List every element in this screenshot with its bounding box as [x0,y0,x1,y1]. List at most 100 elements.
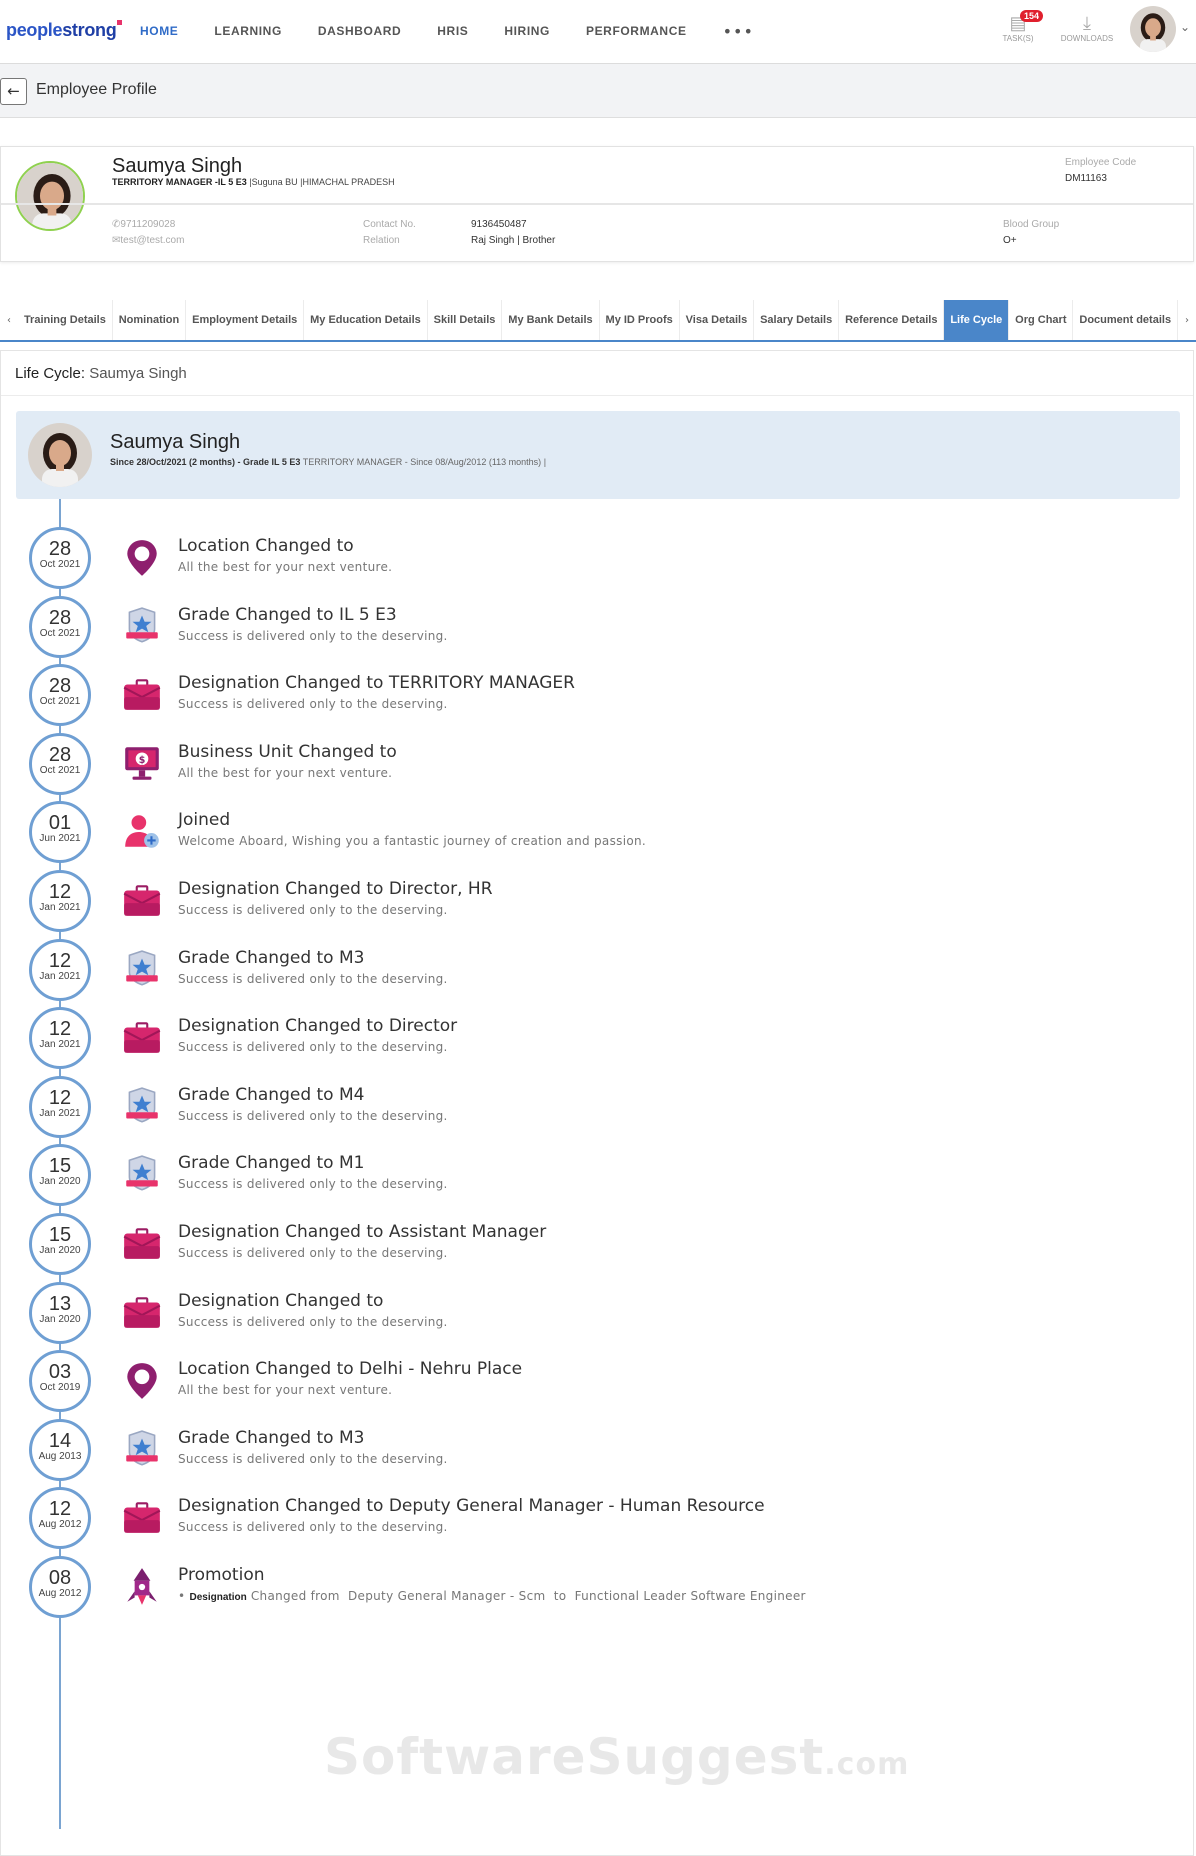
event-month-year: Oct 2021 [39,696,81,708]
watermark: SoftwareSuggest.com [324,1728,909,1786]
event-title: Designation Changed to Deputy General Ma… [178,1496,765,1517]
nav-performance[interactable]: PERFORMANCE [586,24,687,38]
page-title-bar: ← Employee Profile [0,64,1196,118]
event-title: Designation Changed to TERRITORY MANAGER [178,673,575,694]
event-day: 15 [48,1224,72,1246]
life-cycle-divider [1,395,1193,396]
summary-avatar [28,423,92,487]
event-month-year: Oct 2021 [39,764,81,776]
nav-hiring[interactable]: HIRING [504,24,550,38]
event-day: 12 [48,1086,72,1109]
tab-training-details[interactable]: Training Details [18,300,113,340]
event-description: All the best for your next venture. [178,765,393,780]
event-description: Success is delivered only to the deservi… [178,1108,448,1123]
peoplestrong-logo[interactable]: peoplestrong [6,20,123,41]
tab-reference-details[interactable]: Reference Details [839,300,945,340]
event-month-year: Jan 2020 [39,1245,81,1256]
grade-badge-icon [121,1154,163,1196]
tab-my-bank-details[interactable]: My Bank Details [502,300,600,340]
briefcase-icon [121,1223,163,1265]
event-month-year: Jan 2021 [39,1039,81,1051]
tab-skill-details[interactable]: Skill Details [428,300,503,340]
blood-group-label: Blood Group [1003,219,1060,230]
event-month-year: Oct 2019 [39,1382,81,1394]
event-date: 28 Oct 2021 [29,595,91,658]
event-date: 12 Jan 2021 [29,1007,91,1070]
event-description: Success is delivered only to the deservi… [178,1177,448,1192]
event-day: 12 [48,881,72,903]
event-month-year: Aug 2012 [38,1588,82,1599]
tab-visa-details[interactable]: Visa Details [680,300,755,340]
email: ✉test@test.com [112,235,184,246]
profile-bu: |Suguna BU [249,177,298,187]
timeline-event: 15 Jan 2020 Grade Changed to M1 Success is … [1,1140,1191,1207]
nav-learning[interactable]: LEARNING [214,24,281,38]
profile-designation: TERRITORY MANAGER [112,177,213,187]
nav-hris[interactable]: HRIS [437,24,468,38]
event-description: Success is delivered only to the deservi… [178,1451,448,1466]
user-add-icon [121,811,163,853]
event-title: Grade Changed to M3 [178,947,365,968]
life-cycle-heading-key: Life Cycle: [15,365,86,382]
event-title: Business Unit Changed to [178,741,397,762]
timeline-event: 12 Jan 2021 Designation Changed to Directo… [1,866,1191,932]
location-pin-icon [121,537,163,579]
life-cycle-heading-value: Saumya Singh [89,365,187,382]
tab-document-details[interactable]: Document details [1073,300,1178,340]
tab-life-cycle[interactable]: Life Cycle [944,300,1010,340]
tab-my-id-proofs[interactable]: My ID Proofs [600,300,680,340]
promotion-rocket-icon [121,1566,163,1608]
summary-name: Saumya Singh [110,431,241,453]
relation-value: Raj Singh | Brother [471,235,556,246]
event-date: 12 Aug 2012 [29,1487,91,1550]
watermark-main: SoftwareSuggest [324,1728,825,1786]
nav-dashboard[interactable]: DASHBOARD [318,24,401,38]
phone-value: 9711209028 [120,219,176,230]
timeline-event: 15 Jan 2020 Designation Changed to Assista… [1,1209,1191,1275]
event-title: Location Changed to Delhi - Nehru Place [178,1359,523,1380]
tasks-button[interactable]: ▤ 154 TASK(S) [998,10,1044,43]
tab-org-chart[interactable]: Org Chart [1009,300,1074,340]
event-title: Joined [178,810,231,831]
tasks-label: TASK(S) [1002,34,1034,43]
tabs-prev-button[interactable]: ‹ [0,300,18,340]
profile-avatar [15,161,85,231]
event-description: Success is delivered only to the deservi… [178,1040,448,1055]
tab-salary-details[interactable]: Salary Details [754,300,840,340]
user-avatar[interactable] [1130,6,1176,52]
event-month-year: Aug 2013 [38,1450,82,1462]
employee-code-label: Employee Code [1065,157,1137,168]
tab-nomination[interactable]: Nomination [113,300,187,340]
timeline-event: 13 Jan 2020 Designation Changed to Success … [1,1278,1191,1344]
location-pin-icon [121,1360,163,1402]
event-day: 28 [48,538,72,560]
relation-label: Relation [363,235,400,246]
event-day: 14 [48,1429,72,1452]
tab-employment-details[interactable]: Employment Details [186,300,305,340]
logo-text-prefix: people [6,20,63,40]
event-day: 12 [48,1498,72,1521]
event-date: 01 Jun 2021 [29,801,91,864]
back-button[interactable]: ← [0,78,27,105]
phone: ✆9711209028 [112,219,175,230]
briefcase-icon [121,1017,163,1059]
downloads-label: DOWNLOADS [1060,34,1114,43]
event-description: Success is delivered only to the deservi… [178,1314,448,1329]
downloads-button[interactable]: ⤓ DOWNLOADS [1058,12,1116,43]
nav-home[interactable]: HOME [140,24,178,38]
briefcase-icon [121,880,163,922]
tasks-count-badge: 154 [1020,10,1044,22]
event-description: Welcome Aboard, Wishing you a fantastic … [178,834,646,849]
nav-more-icon[interactable]: ••• [723,22,754,41]
tabs-next-button[interactable]: › [1178,300,1196,340]
profile-tabs: ‹ Training Details Nomination Employment D… [0,300,1196,342]
life-cycle-heading: Life Cycle: Saumya Singh [15,365,187,382]
chevron-down-icon[interactable]: ⌄ [1180,20,1190,34]
tab-my-education-details[interactable]: My Education Details [304,300,428,340]
event-day: 28 [48,743,72,766]
timeline-event: 12 Jan 2021 Designation Changed to Directo… [1,1003,1191,1070]
email-value: test@test.com [120,235,185,246]
life-cycle-summary: Saumya Singh Since 28/Oct/2021 (2 months… [16,411,1180,499]
timeline-event: 28 Oct 2021 Location Changed to All the bes… [1,523,1191,589]
business-unit-monitor-icon [121,743,163,785]
